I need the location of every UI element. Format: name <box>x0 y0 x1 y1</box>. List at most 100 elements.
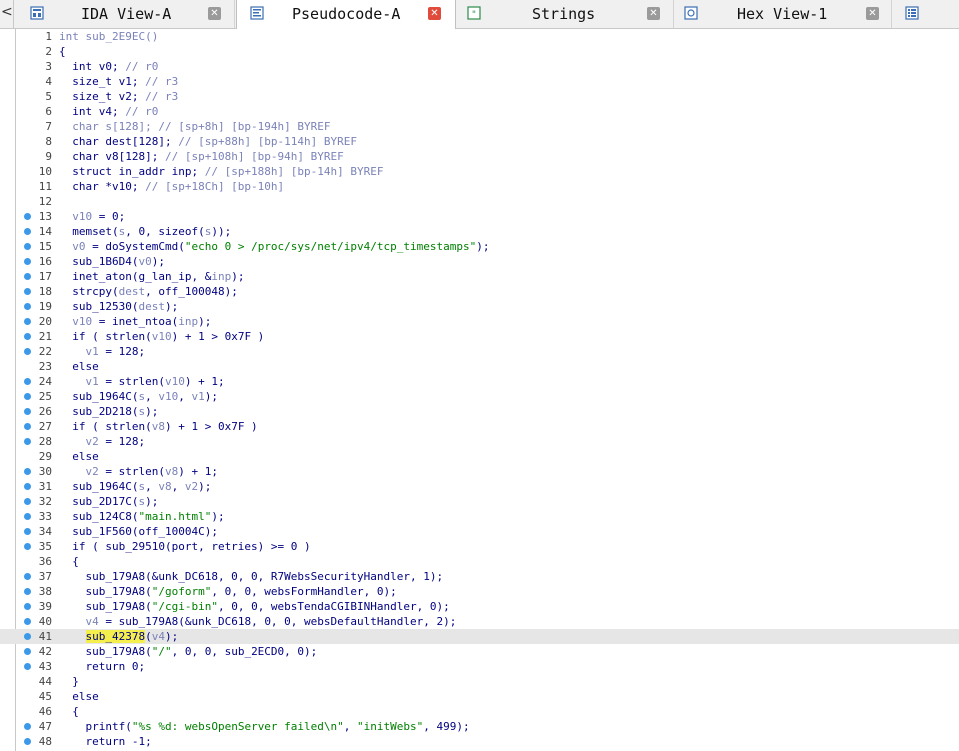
code-text[interactable]: { <box>59 44 66 59</box>
code-line[interactable]: 37 sub_179A8(&unk_DC618, 0, 0, R7WebsSec… <box>0 569 959 584</box>
code-line[interactable]: 40 v4 = sub_179A8(&unk_DC618, 0, 0, webs… <box>0 614 959 629</box>
close-icon[interactable]: ✕ <box>866 7 879 20</box>
code-text[interactable]: sub_179A8("/goform", 0, 0, websFormHandl… <box>59 584 396 599</box>
code-text[interactable]: { <box>59 704 79 719</box>
code-text[interactable]: } <box>59 674 79 689</box>
code-line[interactable]: 3 int v0; // r0 <box>0 59 959 74</box>
code-text[interactable]: if ( strlen(v10) + 1 > 0x7F ) <box>59 329 264 344</box>
code-line[interactable]: 42 sub_179A8("/", 0, 0, sub_2ECD0, 0); <box>0 644 959 659</box>
code-text[interactable]: size_t v2; // r3 <box>59 89 178 104</box>
code-line[interactable]: 18 strcpy(dest, off_100048); <box>0 284 959 299</box>
code-line[interactable]: 43 return 0; <box>0 659 959 674</box>
code-text[interactable]: return -1; <box>59 734 151 749</box>
code-text[interactable]: v0 = doSystemCmd("echo 0 > /proc/sys/net… <box>59 239 489 254</box>
code-line[interactable]: 33 sub_124C8("main.html"); <box>0 509 959 524</box>
code-text[interactable]: sub_2D17C(s); <box>59 494 158 509</box>
code-line[interactable]: 14 memset(s, 0, sizeof(s)); <box>0 224 959 239</box>
code-line[interactable]: 44 } <box>0 674 959 689</box>
tab-structures[interactable] <box>893 0 959 28</box>
code-line[interactable]: 35 if ( sub_29510(port, retries) >= 0 ) <box>0 539 959 554</box>
code-text[interactable]: struct in_addr inp; // [sp+188h] [bp-14h… <box>59 164 383 179</box>
code-line[interactable]: 11 char *v10; // [sp+18Ch] [bp-10h] <box>0 179 959 194</box>
tab-pseudocode-a[interactable]: Pseudocode-A ✕ <box>236 0 456 29</box>
code-line[interactable]: 47 printf("%s %d: websOpenServer failed\… <box>0 719 959 734</box>
code-line[interactable]: 13 v10 = 0; <box>0 209 959 224</box>
code-text[interactable]: return 0; <box>59 659 145 674</box>
code-text[interactable]: v2 = 128; <box>59 434 145 449</box>
code-line[interactable]: 27 if ( strlen(v8) + 1 > 0x7F ) <box>0 419 959 434</box>
code-line[interactable]: 4 size_t v1; // r3 <box>0 74 959 89</box>
code-text[interactable]: if ( sub_29510(port, retries) >= 0 ) <box>59 539 310 554</box>
code-text[interactable]: v1 = 128; <box>59 344 145 359</box>
code-text[interactable]: v10 = 0; <box>59 209 125 224</box>
code-text[interactable]: { <box>59 554 79 569</box>
code-text[interactable]: if ( strlen(v8) + 1 > 0x7F ) <box>59 419 257 434</box>
code-text[interactable]: sub_179A8(&unk_DC618, 0, 0, R7WebsSecuri… <box>59 569 443 584</box>
code-line[interactable]: 30 v2 = strlen(v8) + 1; <box>0 464 959 479</box>
code-line[interactable]: 25 sub_1964C(s, v10, v1); <box>0 389 959 404</box>
tab-ida-view-a[interactable]: IDA View-A ✕ <box>14 0 235 28</box>
code-text[interactable]: sub_179A8("/cgi-bin", 0, 0, websTendaCGI… <box>59 599 449 614</box>
code-text[interactable]: sub_1964C(s, v8, v2); <box>59 479 211 494</box>
code-line[interactable]: 1 int sub_2E9EC() <box>0 29 959 44</box>
code-line[interactable]: 28 v2 = 128; <box>0 434 959 449</box>
code-line[interactable]: 26 sub_2D218(s); <box>0 404 959 419</box>
tab-hex-view-1[interactable]: Hex View-1 ✕ <box>675 0 892 28</box>
code-line[interactable]: 36 { <box>0 554 959 569</box>
code-text[interactable]: sub_12530(dest); <box>59 299 178 314</box>
code-line[interactable]: 10 struct in_addr inp; // [sp+188h] [bp-… <box>0 164 959 179</box>
close-icon[interactable]: ✕ <box>428 7 441 20</box>
code-text[interactable]: char v8[128]; // [sp+108h] [bp-94h] BYRE… <box>59 149 344 164</box>
code-line[interactable]: 46 { <box>0 704 959 719</box>
code-line[interactable]: 48 return -1; <box>0 734 959 749</box>
code-line[interactable]: 7 char s[128]; // [sp+8h] [bp-194h] BYRE… <box>0 119 959 134</box>
tab-strings[interactable]: " Strings ✕ <box>457 0 674 28</box>
pseudocode-editor[interactable]: 1 int sub_2E9EC() 2{3 int v0; // r0 4 size_… <box>0 29 959 751</box>
code-text[interactable]: sub_1B6D4(v0); <box>59 254 165 269</box>
code-text[interactable]: inet_aton(g_lan_ip, &inp); <box>59 269 244 284</box>
code-line[interactable]: 16 sub_1B6D4(v0); <box>0 254 959 269</box>
code-line[interactable]: 17 inet_aton(g_lan_ip, &inp); <box>0 269 959 284</box>
code-line[interactable]: 20 v10 = inet_ntoa(inp); <box>0 314 959 329</box>
code-line[interactable]: 12 <box>0 194 959 209</box>
code-text[interactable]: sub_2D218(s); <box>59 404 158 419</box>
code-text[interactable]: strcpy(dest, off_100048); <box>59 284 238 299</box>
code-line[interactable]: 5 size_t v2; // r3 <box>0 89 959 104</box>
code-line[interactable]: 15 v0 = doSystemCmd("echo 0 > /proc/sys/… <box>0 239 959 254</box>
code-line[interactable]: 23 else <box>0 359 959 374</box>
code-line[interactable]: 9 char v8[128]; // [sp+108h] [bp-94h] BY… <box>0 149 959 164</box>
code-text[interactable]: v4 = sub_179A8(&unk_DC618, 0, 0, websDef… <box>59 614 456 629</box>
code-text[interactable]: sub_1F560(off_10004C); <box>59 524 218 539</box>
tab-scroll-left-button[interactable]: < <box>0 0 14 28</box>
code-line[interactable]: 21 if ( strlen(v10) + 1 > 0x7F ) <box>0 329 959 344</box>
close-icon[interactable]: ✕ <box>647 7 660 20</box>
code-line[interactable]: 39 sub_179A8("/cgi-bin", 0, 0, websTenda… <box>0 599 959 614</box>
code-line[interactable]: 22 v1 = 128; <box>0 344 959 359</box>
code-text[interactable]: else <box>59 359 99 374</box>
code-line[interactable]: 31 sub_1964C(s, v8, v2); <box>0 479 959 494</box>
code-text[interactable]: size_t v1; // r3 <box>59 74 178 89</box>
code-line[interactable]: 32 sub_2D17C(s); <box>0 494 959 509</box>
code-text[interactable]: v2 = strlen(v8) + 1; <box>59 464 218 479</box>
code-text[interactable]: else <box>59 449 99 464</box>
code-text[interactable]: int v4; // r0 <box>59 104 158 119</box>
code-line[interactable]: 6 int v4; // r0 <box>0 104 959 119</box>
code-line[interactable]: 24 v1 = strlen(v10) + 1; <box>0 374 959 389</box>
code-text[interactable]: sub_42378(v4); <box>59 629 178 644</box>
code-line[interactable]: 34 sub_1F560(off_10004C); <box>0 524 959 539</box>
code-text[interactable]: char dest[128]; // [sp+88h] [bp-114h] BY… <box>59 134 357 149</box>
code-line[interactable]: 19 sub_12530(dest); <box>0 299 959 314</box>
code-text[interactable]: sub_179A8("/", 0, 0, sub_2ECD0, 0); <box>59 644 317 659</box>
code-text[interactable]: v10 = inet_ntoa(inp); <box>59 314 211 329</box>
code-text[interactable]: int v0; // r0 <box>59 59 158 74</box>
code-line[interactable]: 8 char dest[128]; // [sp+88h] [bp-114h] … <box>0 134 959 149</box>
code-line[interactable]: 29 else <box>0 449 959 464</box>
code-line[interactable]: 45 else <box>0 689 959 704</box>
code-line[interactable]: 2{ <box>0 44 959 59</box>
code-text[interactable]: memset(s, 0, sizeof(s)); <box>59 224 231 239</box>
code-text[interactable]: char *v10; // [sp+18Ch] [bp-10h] <box>59 179 284 194</box>
code-text[interactable]: v1 = strlen(v10) + 1; <box>59 374 224 389</box>
code-text[interactable]: printf("%s %d: websOpenServer failed\n",… <box>59 719 469 734</box>
close-icon[interactable]: ✕ <box>208 7 221 20</box>
code-line[interactable]: 38 sub_179A8("/goform", 0, 0, websFormHa… <box>0 584 959 599</box>
